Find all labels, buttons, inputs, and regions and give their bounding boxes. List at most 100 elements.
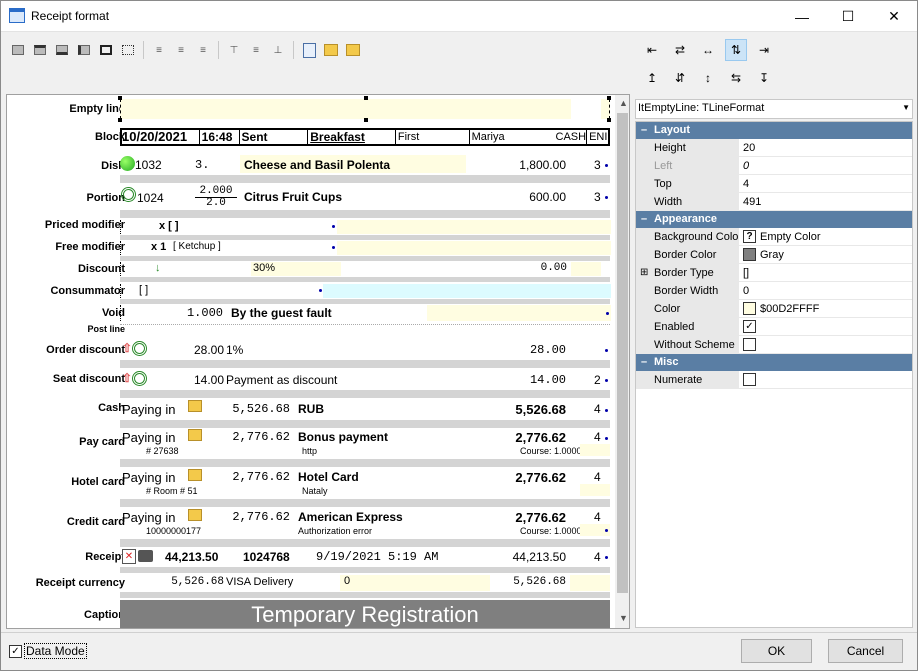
valign-bottom-icon[interactable]: ⊥	[267, 39, 289, 61]
seat-discount-icon	[132, 371, 147, 386]
portion-row[interactable]: 1024 2.000 2.0 Citrus Fruit Cups 600.00 …	[120, 185, 610, 209]
valign-middle-icon[interactable]: ≡	[245, 39, 267, 61]
selection-handle[interactable]	[364, 118, 368, 122]
prop-height[interactable]: Height 20	[636, 139, 912, 157]
move-right-icon[interactable]: ⇥	[753, 39, 775, 61]
selection-handle[interactable]	[607, 118, 611, 122]
prop-without-scheme[interactable]: Without Scheme	[636, 336, 912, 354]
border-full-icon[interactable]	[95, 39, 117, 61]
post-line-row[interactable]	[120, 324, 610, 334]
prop-border-type[interactable]: ⊞ Border Type[]	[636, 264, 912, 282]
scroll-up-icon[interactable]: ▲	[619, 98, 628, 108]
preview-icon[interactable]	[298, 39, 320, 61]
move-up-icon[interactable]: ⇅	[725, 39, 747, 61]
vertical-scrollbar[interactable]: ▲ ▼	[615, 95, 629, 628]
portion-icon	[121, 187, 136, 202]
prop-border-width[interactable]: Border Width 0	[636, 282, 912, 300]
category-misc[interactable]: – Misc	[636, 354, 912, 371]
block-time: 16:48	[200, 130, 240, 144]
align-bottom-icon[interactable]: ↧	[753, 67, 775, 89]
data-mode-toggle[interactable]: ✓ Data Mode	[9, 643, 87, 659]
chevron-down-icon[interactable]: ▼	[902, 103, 910, 112]
order-discount-amount: 28.00	[193, 343, 224, 357]
close-button[interactable]: ✕	[871, 1, 917, 32]
free-modifier-row[interactable]: x 1 [ Ketchup ]	[120, 241, 611, 255]
prop-border-color[interactable]: Border Color Gray	[636, 246, 912, 264]
receipt-row[interactable]: ✕ 44,213.50 1024768 9/19/2021 5:19 AM 44…	[120, 548, 610, 566]
selection-handle[interactable]	[607, 96, 611, 100]
dish-row[interactable]: 1032 3. Cheese and Basil Polenta 1,800.0…	[120, 155, 610, 173]
void-row[interactable]: 1.000 By the guest fault	[120, 305, 611, 321]
prop-background-color[interactable]: Background Colo? Empty Color	[636, 228, 912, 246]
import-icon[interactable]	[320, 39, 342, 61]
maximize-button[interactable]: ☐	[825, 1, 871, 32]
align-center-icon[interactable]: ≡	[170, 39, 192, 61]
category-appearance[interactable]: – Appearance	[636, 211, 912, 228]
printer-icon	[138, 550, 153, 562]
move-left-icon[interactable]: ⇤	[641, 39, 663, 61]
prop-enabled[interactable]: Enabled ✓	[636, 318, 912, 336]
numerate-checkbox[interactable]	[743, 373, 756, 386]
receipt-currency-row[interactable]: 5,526.68 VISA Delivery 0 5,526.68	[120, 575, 610, 591]
order-discount-row[interactable]: ⇧ 28.00 1% 28.00	[120, 340, 610, 358]
without-scheme-checkbox[interactable]	[743, 338, 756, 351]
arrow-down-icon: ↓	[155, 262, 161, 274]
enabled-checkbox[interactable]: ✓	[743, 320, 756, 333]
export-icon[interactable]	[342, 39, 364, 61]
prop-numerate[interactable]: Numerate	[636, 371, 912, 389]
seat-discount-desc: Payment as discount	[226, 373, 338, 387]
ok-button[interactable]: OK	[741, 639, 812, 663]
empty-line-row[interactable]	[118, 96, 611, 122]
object-selector[interactable]: ItEmptyLine: TLineFormat ▼	[635, 99, 913, 119]
align-vboth-icon[interactable]: ⇵	[669, 67, 691, 89]
stretch-icon[interactable]: ↔	[697, 39, 719, 61]
move-toolbar-2: ↥ ⇵ ↕ ⇆ ↧	[641, 67, 775, 89]
consummator-text: [ ]	[139, 284, 149, 296]
cash-count: 4	[594, 402, 601, 416]
vstretch-icon[interactable]: ↕	[697, 67, 719, 89]
seat-discount-row[interactable]: ⇧ 14.00 Payment as discount 14.00 2	[120, 370, 610, 388]
selection-handle[interactable]	[364, 96, 368, 100]
portion-price: 600.00	[529, 190, 566, 204]
border-dotted-icon[interactable]	[117, 39, 139, 61]
move-both-icon[interactable]: ⇄	[669, 39, 691, 61]
align-left-icon[interactable]: ≡	[148, 39, 170, 61]
data-mode-checkbox[interactable]: ✓	[9, 644, 22, 658]
cancel-button[interactable]: Cancel	[828, 639, 903, 663]
priced-modifier-row[interactable]: x [ ]	[120, 220, 611, 234]
align-vcenter-icon[interactable]: ⇆	[725, 67, 747, 89]
block-row[interactable]: 10/20/2021 16:48 Sent Breakfast First Ma…	[120, 128, 610, 146]
label-order-discount: Order discount	[46, 344, 125, 356]
border-left-icon[interactable]	[73, 39, 95, 61]
scroll-down-icon[interactable]: ▼	[619, 613, 628, 623]
prop-color[interactable]: Color $00D2FFFF	[636, 300, 912, 318]
block-first: First	[394, 130, 469, 144]
scroll-thumb[interactable]	[617, 113, 628, 593]
cash-row[interactable]: Paying in 5,526.68 RUB 5,526.68 4	[120, 399, 610, 419]
consummator-row[interactable]: [ ]	[120, 284, 611, 298]
hotel-card-guest: Nataly	[302, 486, 328, 496]
align-top-icon[interactable]: ↥	[641, 67, 663, 89]
selection-handle[interactable]	[118, 118, 122, 122]
selection-handle[interactable]	[118, 96, 122, 100]
caption-row[interactable]: Temporary Registration	[120, 600, 610, 628]
prop-left[interactable]: Left 0	[636, 157, 912, 175]
portion-code: 1024	[137, 191, 164, 205]
valign-top-icon[interactable]: ⊤	[223, 39, 245, 61]
credit-card-row[interactable]: Paying in 2,776.62 American Express 2,77…	[120, 509, 610, 537]
prop-top[interactable]: Top 4	[636, 175, 912, 193]
align-right-icon[interactable]: ≡	[192, 39, 214, 61]
prop-width[interactable]: Width 491	[636, 193, 912, 211]
block-date: 10/20/2021	[122, 130, 200, 144]
minimize-button[interactable]: —	[779, 1, 825, 32]
pay-card-row[interactable]: Paying in 2,776.62 Bonus payment 2,776.6…	[120, 429, 610, 457]
border-none-icon[interactable]	[7, 39, 29, 61]
discount-row[interactable]: ↓ 30% 0.00	[120, 262, 610, 276]
hotel-card-row[interactable]: Paying in 2,776.62 Hotel Card 2,776.62 4…	[120, 469, 610, 497]
label-free-modifier: Free modifier	[55, 241, 125, 253]
receipt-currency-zero: 0	[340, 575, 490, 591]
pay-card-total: 2,776.62	[515, 430, 566, 445]
category-layout[interactable]: – Layout	[636, 122, 912, 139]
border-bottom-icon[interactable]	[51, 39, 73, 61]
border-top-icon[interactable]	[29, 39, 51, 61]
